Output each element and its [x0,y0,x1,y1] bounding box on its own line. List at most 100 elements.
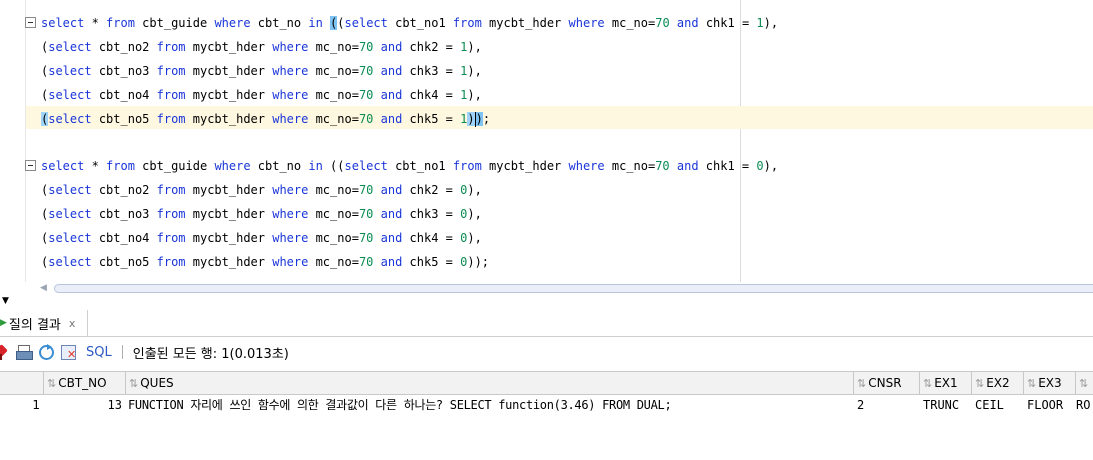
sql-number: 70 [358,88,374,102]
cell-ex1[interactable]: TRUNC [923,395,972,415]
close-tab-icon[interactable]: x [69,317,76,330]
cell-ques[interactable]: FUNCTION 자리에 쓰인 함수에 의한 결과값이 다른 하나는? SELE… [128,395,854,415]
sort-icon: ⇅ [975,377,985,390]
code-token: chk3 = [402,207,461,221]
sql-keyword: where [272,112,309,126]
right-margin-guide [740,0,741,282]
sql-editor[interactable]: select * from cbt_guide where cbt_no in … [0,0,1093,282]
cell-cbt-no[interactable]: 13 [44,395,126,415]
sql-number: 70 [358,255,374,269]
refresh-icon[interactable] [39,343,54,360]
sql-button[interactable]: SQL [86,345,112,360]
gutter-divider [25,0,26,282]
print-icon[interactable] [16,344,33,360]
sql-keyword: select [48,231,92,245]
scroll-left-icon[interactable]: ◀ [40,283,47,293]
column-header-ex3[interactable]: ⇅ EX3 [1024,372,1076,394]
code-token: mc_no= [604,159,656,173]
code-line[interactable]: (select cbt_no3 from mycbt_hder where mc… [41,202,482,226]
code-line[interactable]: (select cbt_no5 from mycbt_hder where mc… [41,107,490,131]
fold-toggle-icon[interactable] [25,160,36,171]
grid-header: ⇅ CBT_NO ⇅ QUES ⇅ CNSR ⇅ EX1 ⇅ EX2 ⇅ EX3 ⇅ [0,371,1093,395]
code-token: cbt_no1 [387,159,453,173]
code-token: chk4 = [402,88,461,102]
code-line[interactable]: (select cbt_no2 from mycbt_hder where mc… [41,178,482,202]
code-token: cbt_no4 [91,231,157,245]
code-token: mycbt_hder [185,64,273,78]
column-header-ex4[interactable]: ⇅ [1076,372,1093,394]
sql-keyword: select [48,183,92,197]
code-line[interactable]: (select cbt_no3 from mycbt_hder where mc… [41,59,482,83]
code-line[interactable]: (select cbt_no5 from mycbt_hder where mc… [41,250,489,274]
sort-icon: ⇅ [923,377,933,390]
code-token: ), [467,64,482,78]
sql-cancel-icon[interactable] [61,344,77,361]
scrollbar-thumb[interactable] [54,284,1093,293]
fetch-status: 인출된 모든 행: 1(0.013초) [132,346,289,362]
sql-keyword: select [344,16,388,30]
column-header-ex1[interactable]: ⇅ EX1 [920,372,972,394]
table-row[interactable]: 1 13 FUNCTION 자리에 쓰인 함수에 의한 결과값이 다른 하나는?… [0,395,1093,415]
cell-ex2[interactable]: CEIL [975,395,1024,415]
collapse-panel-icon[interactable]: ▼ [2,296,9,306]
code-token: ), [467,207,482,221]
column-header-cbt-no[interactable]: ⇅ CBT_NO [44,372,126,394]
sql-keyword: from [156,255,186,269]
sql-keyword: and [380,255,403,269]
sql-keyword: and [380,207,403,221]
sql-keyword: select [41,16,85,30]
sql-keyword: select [41,159,85,173]
code-token: ), [467,40,482,54]
code-token: cbt_no3 [91,207,157,221]
code-line[interactable]: (select cbt_no4 from mycbt_hder where mc… [41,83,482,107]
sql-keyword: and [380,112,403,126]
code-token: mc_no= [308,231,359,245]
sql-number: 0 [756,159,764,173]
sql-keyword: in [308,159,323,173]
code-token: cbt_no2 [91,40,157,54]
sql-keyword: from [156,112,186,126]
editor-horizontal-scrollbar[interactable]: ◀ [40,281,1093,295]
sql-keyword: where [272,183,309,197]
pin-icon[interactable] [0,344,9,360]
code-token: mycbt_hder [185,112,273,126]
code-token: mycbt_hder [185,183,273,197]
row-number: 1 [32,398,40,412]
sort-icon: ⇅ [1079,377,1089,390]
code-token: mc_no= [308,255,359,269]
cell-ex4[interactable]: RO [1076,395,1093,415]
sql-keyword: select [48,112,92,126]
code-token: mc_no= [308,207,359,221]
code-token: chk5 = [402,112,461,126]
code-token: mycbt_hder [481,16,569,30]
code-token: (( [322,159,345,173]
sql-keyword: select [48,88,92,102]
code-token: )); [467,255,490,269]
sql-keyword: from [106,16,135,30]
fold-toggle-icon[interactable] [25,17,36,28]
column-header-ex2[interactable]: ⇅ EX2 [972,372,1024,394]
code-line[interactable]: select * from cbt_guide where cbt_no in … [41,154,778,178]
code-token: chk2 = [402,183,461,197]
cell-ex3[interactable]: FLOOR [1027,395,1076,415]
sql-keyword: and [380,40,403,54]
code-token: mc_no= [604,16,656,30]
tab-query-result[interactable]: ▶ 질의 결과 x [0,310,89,336]
code-line[interactable]: (select cbt_no2 from mycbt_hder where mc… [41,35,482,59]
sql-keyword: from [106,159,135,173]
column-header-cnsr[interactable]: ⇅ CNSR [854,372,920,394]
sql-keyword: select [48,207,92,221]
code-token: mc_no= [308,64,359,78]
code-token: ), [467,88,482,102]
column-header-ques[interactable]: ⇅ QUES [126,372,854,394]
code-line[interactable]: select * from cbt_guide where cbt_no in … [41,11,778,35]
sql-keyword: and [676,16,699,30]
cell-cnsr[interactable]: 2 [857,395,920,415]
code-token: chk5 = [402,255,461,269]
code-line[interactable]: (select cbt_no4 from mycbt_hder where mc… [41,226,482,250]
sort-icon: ⇅ [129,377,139,390]
